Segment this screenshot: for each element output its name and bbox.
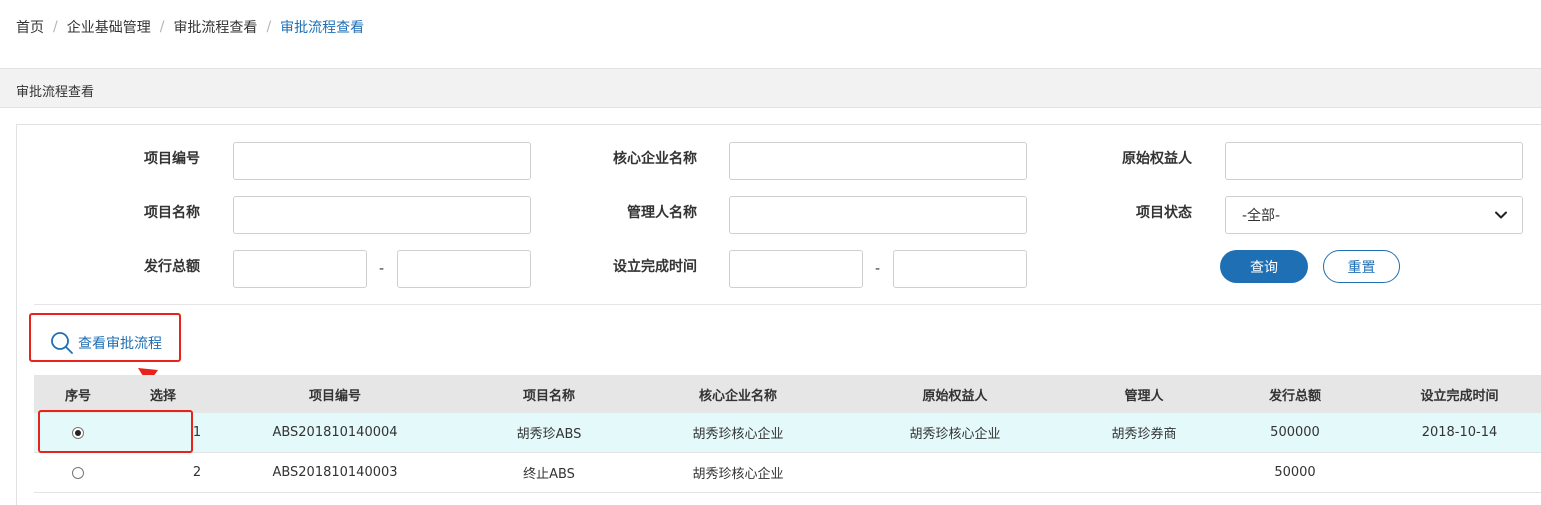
column-header-setup-time: 设立完成时间 — [1420, 388, 1499, 404]
project-status-label: 项目状态 — [1136, 205, 1192, 221]
table-header: 序号 选择 项目编号 项目名称 核心企业名称 原始权益人 管理人 发行总额 设立… — [34, 375, 1541, 413]
manager-name-input[interactable] — [729, 196, 1027, 234]
project-code-label: 项目编号 — [144, 151, 200, 167]
column-header-project-code: 项目编号 — [308, 388, 361, 404]
setup-time-to-input[interactable] — [893, 250, 1027, 288]
divider — [34, 304, 1541, 305]
highlight-box-link — [29, 313, 181, 362]
table-row[interactable]: 1 ABS201810140004 胡秀珍ABS 胡秀珍核心企业 胡秀珍核心企业… — [34, 413, 1541, 453]
column-header-project-name: 项目名称 — [522, 388, 575, 404]
breadcrumb-home[interactable]: 首页 — [16, 17, 44, 37]
row-original-owner: 胡秀珍核心企业 — [909, 427, 1001, 442]
row-project-code: ABS201810140004 — [272, 425, 398, 440]
core-company-label: 核心企业名称 — [613, 151, 697, 167]
row-manager: 胡秀珍券商 — [1111, 427, 1177, 442]
column-header-original-owner: 原始权益人 — [922, 388, 988, 404]
row-issue-amount: 50000 — [1274, 465, 1316, 480]
project-status-value: -全部- — [1242, 208, 1281, 224]
row-project-name: 胡秀珍ABS — [516, 427, 582, 442]
column-header-manager: 管理人 — [1124, 388, 1164, 404]
table-row[interactable]: 2 ABS201810140003 终止ABS 胡秀珍核心企业 50000 — [34, 453, 1541, 493]
query-button[interactable]: 查询 — [1220, 250, 1308, 283]
column-header-select: 选择 — [149, 388, 176, 404]
original-owner-label: 原始权益人 — [1122, 151, 1192, 167]
breadcrumb-separator: / — [266, 19, 272, 35]
core-company-input[interactable] — [729, 142, 1027, 180]
row-radio-cell — [34, 453, 122, 492]
breadcrumb-separator: / — [159, 19, 165, 35]
row-core-company: 胡秀珍核心企业 — [692, 467, 784, 482]
column-header-issue-amount: 发行总额 — [1268, 388, 1321, 404]
issue-amount-to-input[interactable] — [397, 250, 531, 288]
project-status-select[interactable]: -全部- — [1225, 196, 1523, 234]
data-table: 序号 选择 项目编号 项目名称 核心企业名称 原始权益人 管理人 发行总额 设立… — [34, 375, 1541, 493]
reset-button[interactable]: 重置 — [1323, 250, 1400, 283]
row-setup-time: 2018-10-14 — [1421, 425, 1498, 440]
row-original-owner — [844, 453, 1066, 492]
panel-title: 审批流程查看 — [16, 85, 95, 100]
chevron-down-icon — [1495, 211, 1507, 219]
row-setup-time — [1368, 453, 1541, 492]
column-header-core-company: 核心企业名称 — [698, 388, 777, 404]
project-name-label: 项目名称 — [144, 205, 200, 221]
panel-header: 审批流程查看 — [0, 68, 1541, 108]
manager-name-label: 管理人名称 — [627, 205, 697, 221]
original-owner-input[interactable] — [1225, 142, 1523, 180]
issue-amount-range-separator: - — [379, 261, 385, 277]
setup-time-from-input[interactable] — [729, 250, 863, 288]
column-header-index: 序号 — [64, 388, 91, 404]
issue-amount-label: 发行总额 — [144, 259, 200, 275]
project-code-input[interactable] — [233, 142, 531, 180]
row-project-code: ABS201810140003 — [272, 465, 398, 480]
row-core-company: 胡秀珍核心企业 — [692, 427, 784, 442]
breadcrumb-separator: / — [53, 19, 58, 35]
highlight-box-row — [38, 410, 193, 453]
breadcrumb-current: 审批流程查看 — [280, 20, 365, 36]
issue-amount-from-input[interactable] — [233, 250, 367, 288]
row-issue-amount: 500000 — [1270, 425, 1320, 440]
project-name-input[interactable] — [233, 196, 531, 234]
breadcrumb-enterprise-management[interactable]: 企业基础管理 — [67, 17, 151, 37]
setup-time-label: 设立完成时间 — [613, 259, 697, 275]
row-manager — [1066, 453, 1222, 492]
breadcrumb: 首页 / 企业基础管理 / 审批流程查看 / 审批流程查看 — [16, 16, 364, 38]
row-project-name: 终止ABS — [523, 467, 575, 482]
setup-time-range-separator: - — [875, 261, 881, 277]
row-radio[interactable] — [72, 466, 84, 479]
breadcrumb-approval-view[interactable]: 审批流程查看 — [173, 17, 257, 37]
